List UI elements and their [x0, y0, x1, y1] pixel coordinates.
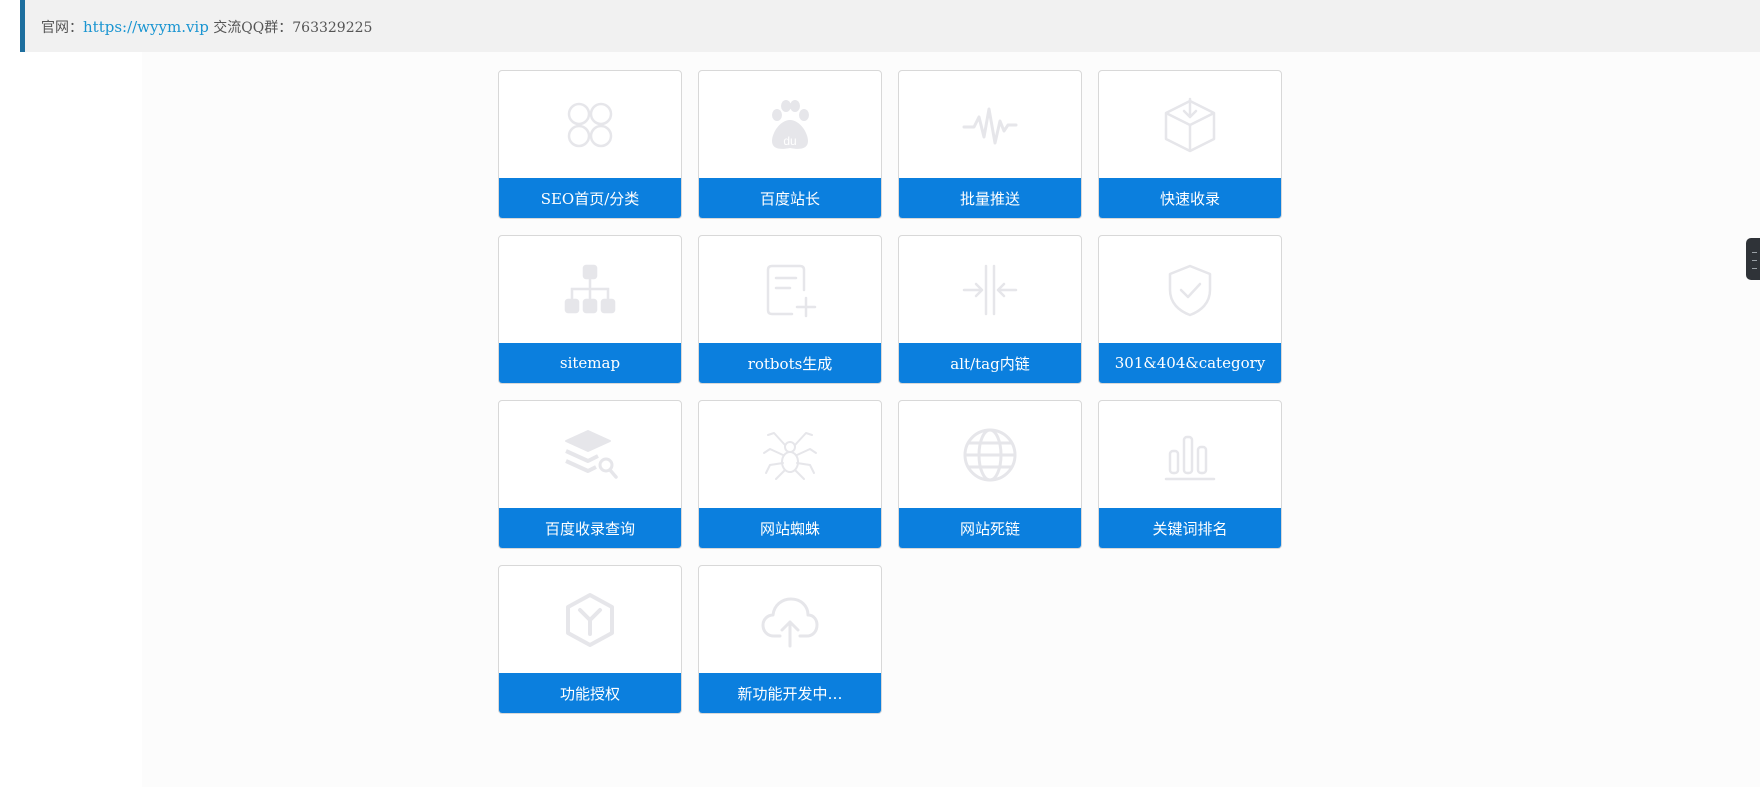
site-link[interactable]: https://wyym.vip: [83, 18, 209, 36]
side-scroll-handle[interactable]: [1746, 238, 1760, 280]
notice-text: 官网：https://wyym.vip 交流QQ群：763329225: [41, 17, 372, 37]
card-alt-tag-links[interactable]: alt/tag内链: [898, 235, 1082, 384]
card-label: 301&404&category: [1099, 343, 1281, 383]
card-label: sitemap: [499, 343, 681, 383]
card-label: 新功能开发中…: [699, 673, 881, 713]
card-label: SEO首页/分类: [499, 178, 681, 218]
shield-check-icon: [1099, 236, 1281, 344]
hexagon-icon: [499, 566, 681, 674]
feature-grid: SEO首页/分类 du 百度站长 批量推送 快速收录 sitemap rotbo…: [498, 70, 1282, 714]
qq-group-text: 交流QQ群：763329225: [208, 20, 373, 36]
document-add-icon: [699, 236, 881, 344]
bar-chart-icon: [1099, 401, 1281, 509]
globe-icon: [899, 401, 1081, 509]
card-sitemap[interactable]: sitemap: [498, 235, 682, 384]
card-label: 百度站长: [699, 178, 881, 218]
clover-icon: [499, 71, 681, 179]
svg-text:du: du: [783, 134, 796, 148]
card-dead-links[interactable]: 网站死链: [898, 400, 1082, 549]
card-301-404-category[interactable]: 301&404&category: [1098, 235, 1282, 384]
site-label: 官网：: [41, 20, 83, 36]
card-label: rotbots生成: [699, 343, 881, 383]
cloud-upload-icon: [699, 566, 881, 674]
card-batch-push[interactable]: 批量推送: [898, 70, 1082, 219]
pulse-icon: [899, 71, 1081, 179]
card-baidu-index-query[interactable]: 百度收录查询: [498, 400, 682, 549]
card-label: 网站死链: [899, 508, 1081, 548]
card-keyword-ranking[interactable]: 关键词排名: [1098, 400, 1282, 549]
box-download-icon: [1099, 71, 1281, 179]
card-robots-generator[interactable]: rotbots生成: [698, 235, 882, 384]
card-new-feature[interactable]: 新功能开发中…: [698, 565, 882, 714]
spider-icon: [699, 401, 881, 509]
card-label: 批量推送: [899, 178, 1081, 218]
card-fast-index[interactable]: 快速收录: [1098, 70, 1282, 219]
merge-arrows-icon: [899, 236, 1081, 344]
card-feature-license[interactable]: 功能授权: [498, 565, 682, 714]
card-seo-home[interactable]: SEO首页/分类: [498, 70, 682, 219]
card-label: 快速收录: [1099, 178, 1281, 218]
card-website-spider[interactable]: 网站蜘蛛: [698, 400, 882, 549]
card-label: 网站蜘蛛: [699, 508, 881, 548]
top-notice-bar: 官网：https://wyym.vip 交流QQ群：763329225: [20, 0, 1760, 52]
baidu-paw-icon: du: [699, 71, 881, 179]
card-label: 功能授权: [499, 673, 681, 713]
card-label: alt/tag内链: [899, 343, 1081, 383]
card-label: 百度收录查询: [499, 508, 681, 548]
sitemap-icon: [499, 236, 681, 344]
card-label: 关键词排名: [1099, 508, 1281, 548]
card-baidu-webmaster[interactable]: du 百度站长: [698, 70, 882, 219]
layers-search-icon: [499, 401, 681, 509]
